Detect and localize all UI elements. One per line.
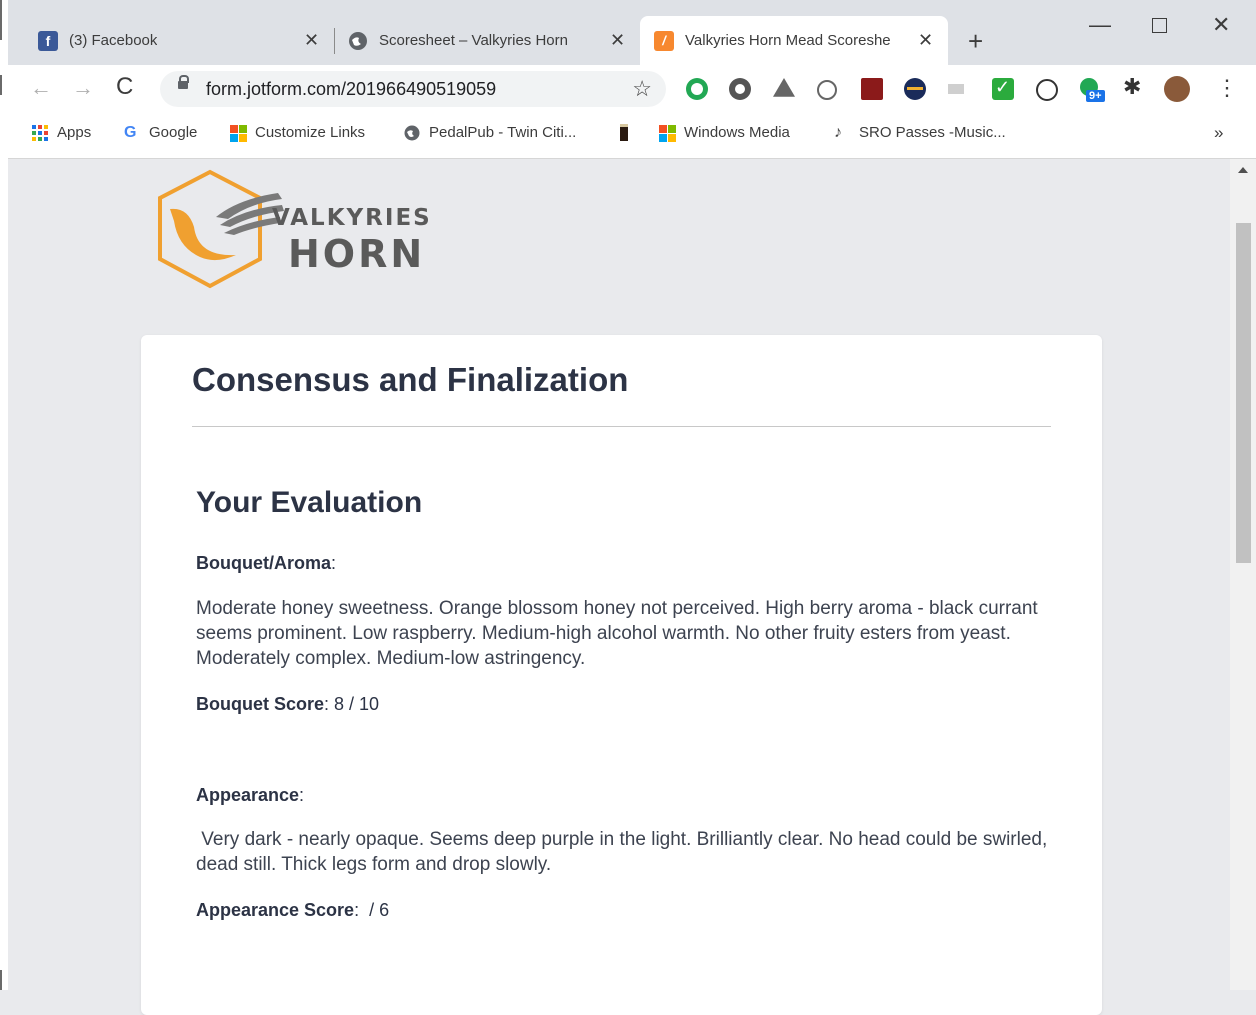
reload-button[interactable]: C bbox=[116, 73, 133, 101]
logo-line1: VALKYRIES bbox=[272, 205, 432, 231]
window-left-edge bbox=[0, 0, 8, 990]
extension-badge-icon[interactable]: 9+ bbox=[1080, 78, 1105, 102]
extension-at-icon[interactable] bbox=[817, 80, 837, 100]
appearance-label: Appearance: bbox=[196, 785, 305, 805]
extension-badge: 9+ bbox=[1086, 90, 1105, 102]
close-icon[interactable]: ✕ bbox=[304, 30, 319, 51]
section-heading: Your Evaluation bbox=[196, 486, 423, 519]
more-bookmarks-chevron-icon[interactable]: » bbox=[1214, 123, 1223, 143]
bookmark-label: SRO Passes -Music... bbox=[859, 124, 1006, 141]
tab-facebook[interactable]: f (3) Facebook ✕ bbox=[26, 16, 334, 65]
bouquet-label: Bouquet/Aroma: bbox=[196, 553, 337, 573]
appearance-score: Appearance Score: / 6 bbox=[196, 900, 390, 920]
checkbox-extension-icon[interactable]: ✓ bbox=[992, 77, 1014, 100]
bookmark-star-icon[interactable]: ☆ bbox=[632, 76, 652, 102]
bouquet-score: Bouquet Score: 8 / 10 bbox=[196, 694, 380, 714]
appearance-score-value: / 6 bbox=[364, 900, 390, 920]
avatar[interactable] bbox=[1164, 76, 1190, 102]
music-note-icon: ♪ bbox=[834, 123, 842, 141]
title-divider bbox=[192, 426, 1051, 427]
tab-strip: f (3) Facebook ✕ Scoresheet – Valkyries … bbox=[8, 0, 1256, 65]
logo-line2: HORN bbox=[288, 232, 425, 276]
bookmark-windows-media[interactable]: Windows Media bbox=[659, 124, 790, 142]
extension-green-ring-icon[interactable] bbox=[686, 78, 708, 100]
tab-title: (3) Facebook bbox=[69, 32, 158, 49]
close-icon[interactable]: ✕ bbox=[918, 30, 933, 51]
back-button[interactable]: ← bbox=[30, 75, 52, 101]
bookmark-label: Apps bbox=[57, 124, 92, 141]
close-icon[interactable]: ✕ bbox=[610, 30, 625, 51]
forward-button[interactable]: → bbox=[72, 75, 94, 101]
bookmark-label: Windows Media bbox=[684, 124, 790, 141]
bouquet-score-value: 8 / 10 bbox=[334, 694, 380, 714]
menu-kebab-icon[interactable]: ⋮ bbox=[1216, 75, 1238, 101]
lock-icon bbox=[178, 75, 189, 89]
bouquet-text: Moderate honey sweetness. Orange blossom… bbox=[196, 598, 1038, 669]
scrollbar-thumb[interactable] bbox=[1236, 223, 1251, 563]
apps-grid-icon bbox=[32, 124, 48, 141]
scroll-up-arrow-icon[interactable] bbox=[1238, 167, 1248, 173]
address-bar[interactable]: form.jotform.com/201966490519059 ☆ bbox=[160, 71, 666, 107]
bookmark-customize-links[interactable]: Customize Links bbox=[230, 124, 366, 142]
form-card: Consensus and Finalization Your Evaluati… bbox=[141, 335, 1102, 1015]
windows-logo-icon bbox=[230, 124, 247, 142]
page-content: VALKYRIES HORN Consensus and Finalizatio… bbox=[8, 159, 1230, 1015]
url-text[interactable]: form.jotform.com/201966490519059 bbox=[206, 79, 496, 100]
horn-hexagon-logo-icon: VALKYRIES HORN bbox=[158, 169, 432, 289]
valkyries-horn-logo: VALKYRIES HORN bbox=[158, 169, 458, 299]
puzzle-extensions-icon[interactable]: ✱ bbox=[1123, 74, 1141, 100]
google-icon: G bbox=[124, 123, 137, 141]
tab-title: Valkyries Horn Mead Scoreshe bbox=[685, 32, 891, 49]
close-window-button[interactable]: ✕ bbox=[1212, 12, 1230, 38]
tab-title: Scoresheet – Valkyries Horn bbox=[379, 32, 568, 49]
globe-icon bbox=[349, 31, 367, 50]
bookmark-apps[interactable]: Apps bbox=[32, 124, 91, 141]
jotform-icon: / bbox=[654, 30, 674, 51]
maximize-button[interactable] bbox=[1152, 18, 1167, 33]
appearance-text: Very dark - nearly opaque. Seems deep pu… bbox=[196, 829, 1053, 875]
drive-icon[interactable] bbox=[773, 78, 795, 97]
bookmark-pedalpub[interactable]: PedalPub - Twin Citi... bbox=[404, 124, 576, 141]
bookmark-google[interactable]: G Google bbox=[124, 124, 197, 141]
tab-valkyries-form[interactable]: / Valkyries Horn Mead Scoreshe ✕ bbox=[640, 16, 948, 65]
windows-logo-icon bbox=[659, 124, 676, 142]
extension-faded-icon[interactable] bbox=[948, 84, 964, 94]
bookmark-label: Google bbox=[149, 124, 198, 141]
tab-scoresheet[interactable]: Scoresheet – Valkyries Horn ✕ bbox=[336, 16, 636, 65]
globe-icon bbox=[404, 125, 420, 140]
pdf-icon[interactable] bbox=[861, 78, 883, 100]
browser-toolbar: ← → C form.jotform.com/201966490519059 ☆… bbox=[8, 65, 1256, 113]
page-scrollbar[interactable] bbox=[1230, 159, 1256, 990]
new-tab-button[interactable]: + bbox=[968, 26, 983, 57]
facebook-icon: f bbox=[38, 30, 58, 51]
minimize-button[interactable]: — bbox=[1089, 12, 1111, 38]
github-icon[interactable] bbox=[1036, 79, 1058, 101]
extension-gray-ring-icon[interactable] bbox=[729, 78, 751, 100]
bookmark-label: Customize Links bbox=[255, 124, 366, 141]
extension-plane-icon[interactable] bbox=[904, 78, 926, 100]
bookmark-label: PedalPub - Twin Citi... bbox=[429, 124, 577, 141]
beer-glass-icon bbox=[620, 124, 628, 141]
bookmark-beer[interactable] bbox=[620, 124, 628, 141]
bookmark-sro-passes[interactable]: ♪ SRO Passes -Music... bbox=[834, 124, 1006, 141]
page-title: Consensus and Finalization bbox=[192, 361, 629, 398]
bookmarks-bar: Apps G Google Customize Links PedalPub -… bbox=[8, 113, 1256, 159]
